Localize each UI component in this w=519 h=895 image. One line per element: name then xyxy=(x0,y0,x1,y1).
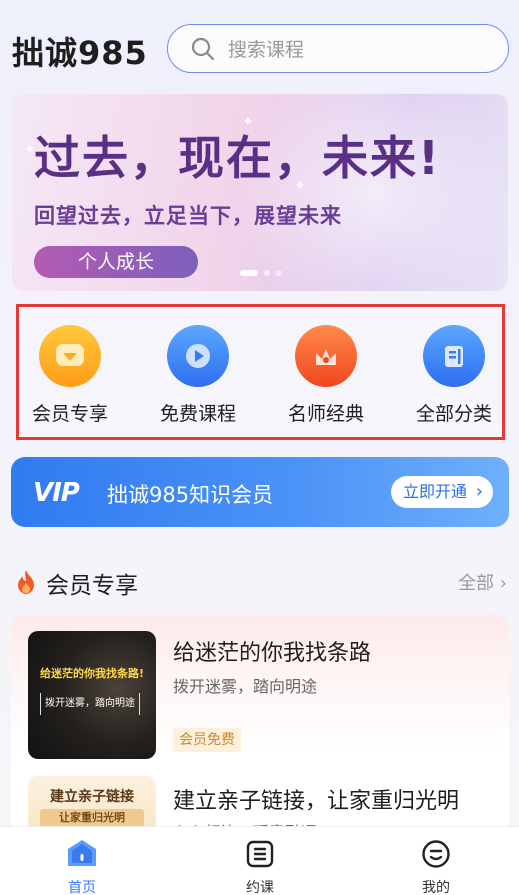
nav-label: 全部分类 xyxy=(415,403,492,425)
member-free-badge: 会员免费 xyxy=(173,728,241,752)
nav-label: 名师经典 xyxy=(287,403,364,425)
tab-label: 首页 xyxy=(68,880,96,895)
search-input[interactable]: 搜索课程 xyxy=(167,24,509,73)
course-thumbnail[interactable]: 给迷茫的你我找条路! 拨开迷雾，踏向明途 xyxy=(28,631,156,759)
crown-icon xyxy=(295,325,357,387)
course-subtitle: 拨开迷雾，踏向明途 xyxy=(173,677,318,696)
home-icon xyxy=(65,837,99,871)
play-icon xyxy=(167,325,229,387)
schedule-icon xyxy=(243,837,277,871)
course-title[interactable]: 建立亲子链接，让家重归光明 xyxy=(173,783,459,815)
carousel-dot-active xyxy=(240,270,258,276)
bottom-tab-bar: 首页 约课 我的 xyxy=(0,826,519,895)
nav-label: 会员专享 xyxy=(31,403,108,425)
nav-label: 免费课程 xyxy=(159,403,236,425)
thumbnail-subtitle: 拨开迷雾，踏向明途 xyxy=(40,693,140,715)
banner-tag[interactable]: 个人成长 xyxy=(34,246,198,278)
vip-logo: VIP xyxy=(33,478,80,508)
fire-icon xyxy=(18,570,34,594)
promo-banner[interactable]: ✦ ✦ ✦ 过去，现在，未来! 回望过去，立足当下，展望未来 个人成长 xyxy=(12,94,508,291)
diamond-icon xyxy=(39,325,101,387)
vip-text: 拙诚985知识会员 xyxy=(107,483,274,507)
chevron-right-icon: › xyxy=(499,573,507,594)
banner-subtitle: 回望过去，立足当下，展望未来 xyxy=(34,204,342,228)
tab-label: 约课 xyxy=(246,880,274,895)
more-label: 全部 xyxy=(458,573,495,594)
thumbnail-title: 给迷茫的你我找条路! xyxy=(39,667,145,680)
carousel-indicator xyxy=(240,270,282,276)
quick-nav: 会员专享 免费课程 名师经典 全部分类 xyxy=(16,304,505,440)
vip-open-button[interactable]: 立即开通 › xyxy=(391,476,493,508)
section-title: 会员专享 xyxy=(46,573,138,599)
tab-label: 我的 xyxy=(422,880,450,895)
tab-profile[interactable]: 我的 xyxy=(396,837,476,895)
tab-schedule[interactable]: 约课 xyxy=(220,837,300,895)
section-header: 会员专享 全部 › xyxy=(14,563,509,599)
nav-all-categories[interactable]: 全部分类 xyxy=(404,325,504,426)
nav-vip-exclusive[interactable]: 会员专享 xyxy=(20,325,120,426)
app-title: 拙诚985 xyxy=(12,34,148,72)
thumbnail-subtitle: 让家重归光明 xyxy=(40,809,144,827)
profile-icon xyxy=(419,837,453,871)
course-title[interactable]: 给迷茫的你我找条路 xyxy=(173,635,371,667)
course-list: 给迷茫的你我找条路! 拨开迷雾，踏向明途 给迷茫的你我找条路 拨开迷雾，踏向明途… xyxy=(11,615,509,845)
nav-free-courses[interactable]: 免费课程 xyxy=(148,325,248,426)
carousel-dot xyxy=(276,270,282,276)
chevron-right-icon: › xyxy=(475,481,483,502)
nav-famous-teachers[interactable]: 名师经典 xyxy=(276,325,376,426)
vip-membership-bar[interactable]: VIP 拙诚985知识会员 立即开通 › xyxy=(11,457,509,527)
section-more-link[interactable]: 全部 › xyxy=(458,569,507,595)
book-icon xyxy=(423,325,485,387)
tab-home[interactable]: 首页 xyxy=(42,837,122,895)
search-icon xyxy=(191,37,215,60)
carousel-dot xyxy=(264,270,270,276)
banner-title: 过去，现在，未来! xyxy=(34,131,441,185)
vip-button-label: 立即开通 xyxy=(403,482,468,501)
thumbnail-title: 建立亲子链接 xyxy=(50,789,134,805)
search-placeholder: 搜索课程 xyxy=(228,39,305,61)
header: 拙诚985 搜索课程 xyxy=(0,0,519,92)
